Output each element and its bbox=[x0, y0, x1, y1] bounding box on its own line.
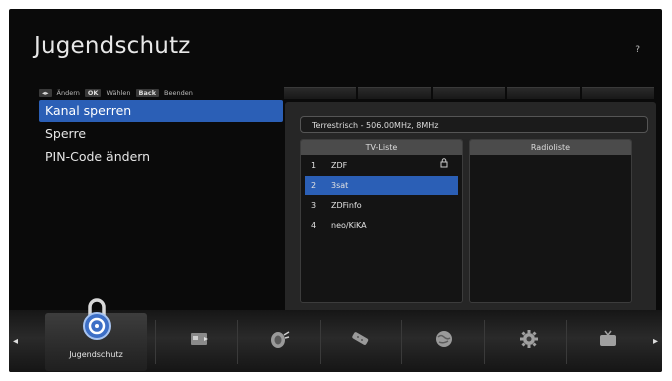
key-hint-bar: ◂▸ Ändern OK Wählen Back Beenden bbox=[39, 88, 285, 98]
channel-number: 2 bbox=[311, 181, 317, 190]
gear-icon[interactable] bbox=[514, 326, 544, 352]
list-item[interactable]: 4 neo/KiKA bbox=[305, 216, 458, 235]
page-title: Jugendschutz bbox=[34, 33, 191, 59]
radio-list[interactable]: Radioliste bbox=[469, 139, 632, 303]
tv-icon[interactable] bbox=[593, 326, 623, 352]
ok-key-label: Wählen bbox=[106, 89, 131, 97]
channel-name: 3sat bbox=[331, 181, 349, 190]
channel-name: neo/KiKA bbox=[331, 221, 367, 230]
lock-icon[interactable] bbox=[81, 296, 113, 340]
frequency-display: Terrestrisch - 506.00MHz, 8MHz bbox=[300, 116, 648, 133]
channel-number: 1 bbox=[311, 161, 317, 170]
channel-lock-panel: Terrestrisch - 506.00MHz, 8MHz TV-Liste … bbox=[285, 102, 656, 320]
padlock-icon bbox=[440, 156, 448, 175]
list-item[interactable]: 2 3sat bbox=[305, 176, 458, 195]
header-tab-strip bbox=[284, 87, 655, 99]
satellite-dish-icon[interactable] bbox=[265, 326, 295, 352]
channel-name: ZDFinfo bbox=[331, 201, 362, 210]
dock-left-arrow-icon[interactable]: ◂ bbox=[13, 336, 18, 347]
arrow-key-hint: ◂▸ bbox=[39, 89, 52, 97]
ok-key-hint: OK bbox=[84, 89, 102, 97]
dock-selected-label: Jugendschutz bbox=[69, 350, 123, 359]
menu-item-sperre[interactable]: Sperre bbox=[39, 123, 283, 145]
menu-item-pin-code-aendern[interactable]: PIN-Code ändern bbox=[39, 146, 283, 168]
arrow-key-label: Ändern bbox=[56, 89, 80, 97]
help-indicator: ? bbox=[635, 45, 640, 55]
list-item[interactable]: 1 ZDF bbox=[305, 156, 458, 175]
dock-right-arrow-icon[interactable]: ▸ bbox=[653, 336, 658, 347]
bottom-dock: ◂ ▸ Jugendschutz bbox=[9, 298, 662, 372]
back-key-hint: Back bbox=[135, 89, 160, 97]
channel-number: 3 bbox=[311, 201, 317, 210]
list-item[interactable]: 3 ZDFinfo bbox=[305, 196, 458, 215]
globe-icon[interactable] bbox=[429, 326, 459, 352]
remote-control-icon[interactable] bbox=[345, 326, 375, 352]
card-reader-icon[interactable] bbox=[185, 326, 215, 352]
tv-list-header[interactable]: TV-Liste bbox=[301, 140, 462, 155]
radio-list-header[interactable]: Radioliste bbox=[470, 140, 631, 155]
menu-item-kanal-sperren[interactable]: Kanal sperren bbox=[39, 100, 283, 122]
tv-list[interactable]: TV-Liste 1 ZDF 2 3sat 3 ZDFinfo 4 neo/Ki… bbox=[300, 139, 463, 303]
channel-number: 4 bbox=[311, 221, 317, 230]
back-key-label: Beenden bbox=[164, 89, 193, 97]
tv-screen: Jugendschutz ? ◂▸ Ändern OK Wählen Back … bbox=[9, 9, 662, 372]
channel-name: ZDF bbox=[331, 161, 348, 170]
side-menu: Kanal sperren Sperre PIN-Code ändern bbox=[39, 100, 283, 169]
